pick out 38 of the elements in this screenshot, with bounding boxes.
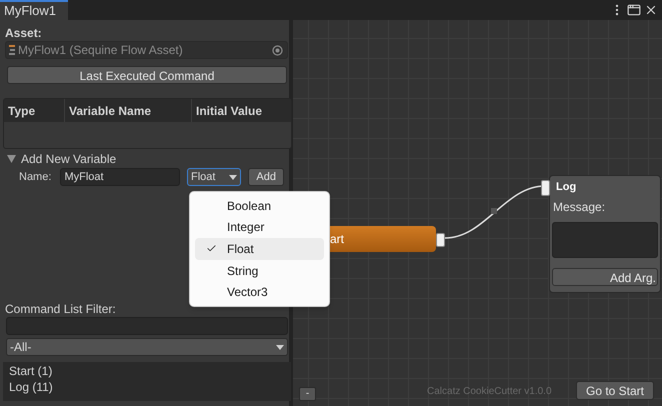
add-variable-header[interactable]: Add New Variable <box>21 150 116 168</box>
type-dropdown[interactable]: Float <box>187 168 242 186</box>
type-menu-item[interactable]: Boolean <box>195 195 324 217</box>
column-header[interactable]: Initial Value <box>191 99 291 122</box>
caret-icon <box>229 174 238 180</box>
node-title: Log <box>555 180 578 195</box>
name-field[interactable]: MyFloat <box>60 168 180 186</box>
caret-icon <box>276 344 284 350</box>
asset-field[interactable]: MyFlow1 (Sequine Flow Asset) <box>5 41 288 59</box>
zoom-out-button[interactable]: - <box>299 387 316 401</box>
window-tab[interactable]: MyFlow1 <box>0 0 68 20</box>
list-icon <box>9 45 15 55</box>
target-icon[interactable] <box>272 44 283 56</box>
node-title: art <box>330 231 344 248</box>
go-to-start-button[interactable]: Go to Start <box>576 381 654 400</box>
name-label: Name: <box>18 170 52 185</box>
foldout-triangle-icon[interactable] <box>7 155 16 163</box>
asset-value: MyFlow1 (Sequine Flow Asset) <box>18 42 184 59</box>
type-menu-item[interactable]: Float <box>195 238 324 260</box>
command-list-item[interactable]: Log (11) <box>9 379 285 395</box>
add-button[interactable]: Add <box>248 168 284 186</box>
column-header[interactable]: Variable Name <box>64 99 191 122</box>
last-executed-command-button[interactable]: Last Executed Command <box>7 66 287 84</box>
asset-label: Asset: <box>5 25 43 40</box>
command-list-item[interactable]: Start (1) <box>9 363 285 379</box>
add-argument-button[interactable]: Add Arg. <box>552 268 658 286</box>
command-filter-label: Command List Filter: <box>5 301 117 316</box>
filter-dropdown[interactable]: -All- <box>6 338 288 356</box>
field-label: Message: <box>552 199 606 216</box>
message-field[interactable] <box>552 222 658 258</box>
close-icon[interactable] <box>644 3 658 17</box>
input-port[interactable] <box>541 180 550 196</box>
type-menu-item[interactable]: String <box>195 260 324 282</box>
maximize-icon[interactable] <box>627 3 641 17</box>
type-menu-item[interactable]: Integer <box>195 216 324 238</box>
type-menu-item[interactable]: Vector3 <box>195 281 324 303</box>
output-port[interactable] <box>436 233 445 247</box>
column-header[interactable]: Type <box>4 99 64 122</box>
